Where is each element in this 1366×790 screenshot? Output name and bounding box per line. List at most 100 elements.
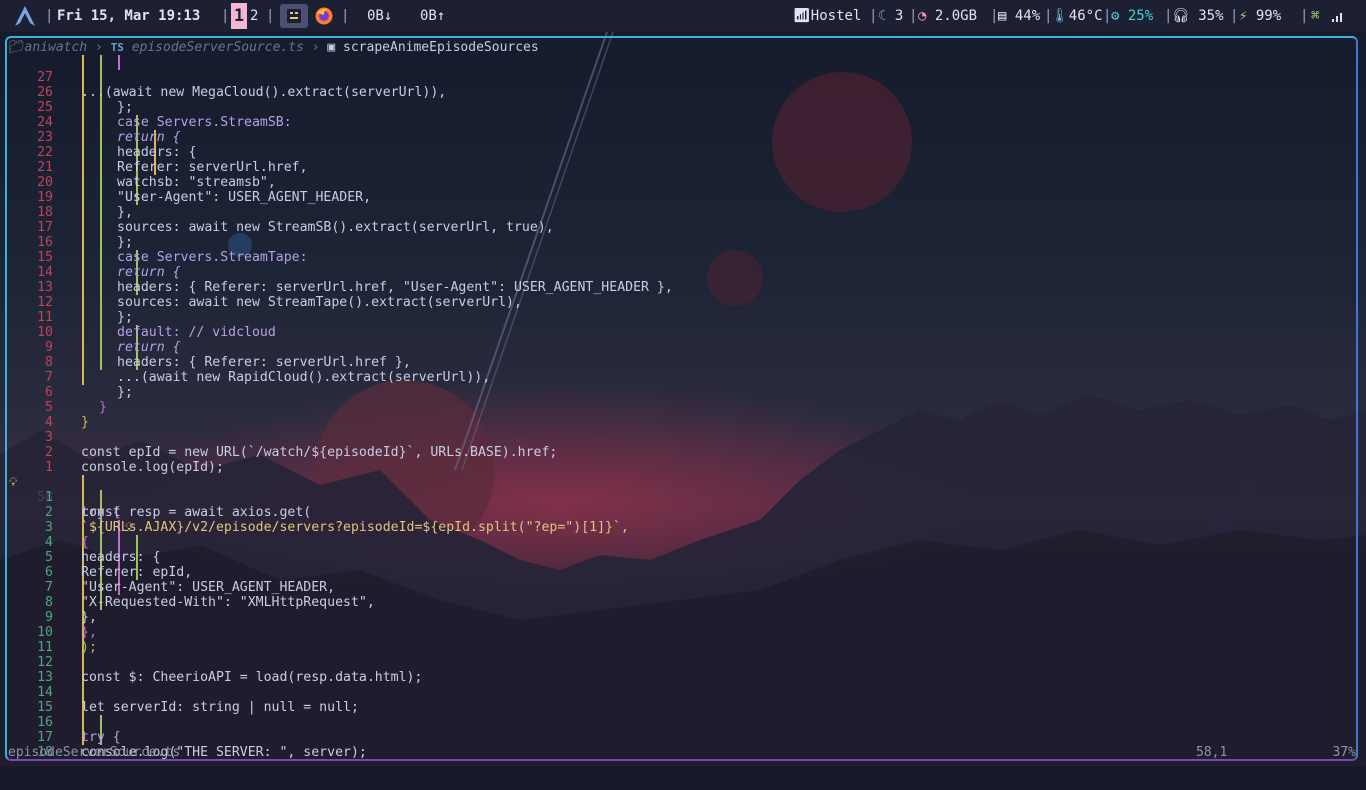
headphones-icon: 🎧︎ bbox=[1172, 8, 1190, 24]
code-line[interactable]: 13 sources: await new StreamTape().extra… bbox=[0, 265, 1366, 310]
top-status-bar: | Fri 15, Mar 19:13 | 1 2 | | 0B↓ 0B↑ 📶︎… bbox=[0, 0, 1366, 32]
code-line[interactable]: 17 }; bbox=[0, 205, 1366, 250]
code-line[interactable]: 10 ); bbox=[0, 610, 1366, 655]
code-line[interactable]: 26 }; bbox=[0, 70, 1366, 115]
moon-icon: ☾ bbox=[878, 8, 887, 24]
code-line[interactable]: 3 { bbox=[0, 505, 1366, 550]
code-line[interactable]: 20 "User-Agent": USER_AGENT_HEADER, bbox=[0, 160, 1366, 205]
separator: | bbox=[266, 8, 275, 24]
workspace-2-button[interactable]: 2 bbox=[250, 0, 258, 32]
code-line[interactable]: 15 bbox=[0, 685, 1366, 715]
code-line[interactable]: 16 case Servers.StreamTape: bbox=[0, 220, 1366, 265]
datetime: Fri 15, Mar 19:13 bbox=[57, 8, 201, 24]
code-line[interactable]: 13 bbox=[0, 655, 1366, 685]
code-line[interactable]: 19 }, bbox=[0, 175, 1366, 220]
code-line[interactable]: 15 return { bbox=[0, 235, 1366, 280]
disk-status: ▤ 44% bbox=[998, 0, 1040, 32]
code-line[interactable]: 9 headers: { Referer: serverUrl.href }, bbox=[0, 325, 1366, 370]
code-line[interactable]: 12 const $: CheerioAPI = load(resp.data.… bbox=[0, 640, 1366, 685]
code-line[interactable]: 8 ...(await new RapidCloud().extract(ser… bbox=[0, 340, 1366, 385]
volume-value: 35% bbox=[1198, 8, 1224, 24]
code-line[interactable]: 7 }; bbox=[0, 355, 1366, 400]
separator: | bbox=[869, 8, 878, 24]
cursor-position: 58,1 bbox=[1196, 745, 1228, 760]
volume-status[interactable]: 🎧︎ 35% bbox=[1172, 0, 1224, 32]
temperature-status: 🌡︎46°C bbox=[1051, 0, 1103, 32]
separator: | bbox=[1300, 8, 1309, 24]
code-line[interactable]: 2 console.log(epId); bbox=[0, 430, 1366, 475]
code-line[interactable]: 16 try { bbox=[0, 700, 1366, 745]
wifi-status[interactable]: 📶︎Hostel bbox=[793, 0, 861, 32]
code-line[interactable]: 21 watchsb: "streamsb", bbox=[0, 145, 1366, 190]
code-line[interactable]: 24 return { bbox=[0, 100, 1366, 145]
scroll-percent: 37% bbox=[1332, 745, 1356, 760]
code-line[interactable]: 18 sources: await new StreamSB().extract… bbox=[0, 190, 1366, 235]
separator: | bbox=[1230, 8, 1239, 24]
breadcrumb-folder[interactable]: aniwatch bbox=[25, 40, 88, 55]
code-line[interactable]: 7 "X-Requested-With": "XMLHttpRequest", bbox=[0, 565, 1366, 610]
code-line[interactable]: 10 return { bbox=[0, 310, 1366, 355]
terminal-icon bbox=[287, 9, 301, 23]
breadcrumb-symbol[interactable]: scrapeAnimeEpisodeSources bbox=[343, 40, 539, 55]
cpu-value: 25% bbox=[1127, 8, 1154, 24]
breadcrumb-file[interactable]: episodeServerSource.ts bbox=[132, 40, 304, 55]
code-line[interactable]: 14 headers: { Referer: serverUrl.href, "… bbox=[0, 250, 1366, 295]
disk-icon: ▤ bbox=[998, 8, 1007, 24]
network-download: 0B↓ bbox=[367, 8, 393, 24]
code-line[interactable]: 17 console.log("THE SERVER: ", server); bbox=[0, 715, 1366, 760]
network-upload: 0B↑ bbox=[420, 8, 446, 24]
launcher-button[interactable] bbox=[14, 0, 36, 32]
code-line[interactable]: 22 Referer: serverUrl.href, bbox=[0, 130, 1366, 175]
folder-icon: 📁︎ bbox=[8, 40, 25, 55]
symbol-icon: ▣ bbox=[327, 40, 336, 55]
code-line[interactable]: 1 bbox=[0, 445, 1366, 475]
code-line[interactable]: 9 }, bbox=[0, 595, 1366, 640]
arch-logo-icon bbox=[15, 6, 35, 26]
battery-charging-icon: ⚡ bbox=[1239, 8, 1248, 24]
separator: | bbox=[221, 8, 230, 24]
signal-tray-icon[interactable] bbox=[1331, 0, 1345, 32]
code-line[interactable]: 18 bbox=[0, 730, 1366, 760]
wifi-icon: 📶︎ bbox=[793, 8, 811, 24]
firefox-app-button[interactable] bbox=[314, 0, 334, 32]
code-line[interactable]: 12 }; bbox=[0, 280, 1366, 325]
code-line[interactable]: 14 let serverId: string | null = null; bbox=[0, 670, 1366, 715]
status-filename: episodeServerSource.ts bbox=[8, 745, 181, 760]
moon-status: ☾ 3 bbox=[878, 0, 903, 32]
code-line[interactable]: 27 ...(await new MegaCloud().extract(ser… bbox=[0, 55, 1366, 100]
code-line[interactable]: 8 }, bbox=[0, 580, 1366, 625]
code-line[interactable]: 6 } bbox=[0, 370, 1366, 415]
code-line[interactable]: 6 "User-Agent": USER_AGENT_HEADER, bbox=[0, 550, 1366, 595]
disk-value: 44% bbox=[1014, 8, 1041, 24]
code-line[interactable]: 5 Referer: epId, bbox=[0, 535, 1366, 580]
moon-count: 3 bbox=[894, 8, 904, 24]
memory-value: 2.0GB bbox=[934, 8, 978, 24]
code-line[interactable]: 1 const resp = await axios.get( bbox=[0, 475, 1366, 520]
code-line[interactable]: 25 case Servers.StreamSB: bbox=[0, 85, 1366, 130]
terminal-app-button[interactable] bbox=[280, 4, 308, 28]
code-line[interactable]: 4 bbox=[0, 400, 1366, 430]
network-tray-icon[interactable]: ⌘ bbox=[1311, 0, 1319, 32]
thermometer-icon: 🌡︎ bbox=[1051, 8, 1069, 24]
code-line[interactable]: 3 const epId = new URL(`/watch/${episode… bbox=[0, 415, 1366, 460]
network-icon: ⌘ bbox=[1311, 8, 1320, 24]
workspace-1-button[interactable]: 1 bbox=[231, 3, 247, 29]
code-line-current[interactable]: 💡︎ 58 try { 💡︎ bbox=[0, 460, 1366, 534]
memory-icon: ◔ bbox=[918, 8, 927, 24]
code-line[interactable]: 2 `${URLs.AJAX}/v2/episode/servers?episo… bbox=[0, 490, 1366, 535]
temperature-value: 46°C bbox=[1068, 8, 1103, 24]
code-line[interactable]: 5 } bbox=[0, 385, 1366, 430]
cpu-icon: ⚙ bbox=[1111, 8, 1120, 24]
memory-status: ◔ 2.0GB bbox=[918, 0, 977, 32]
code-line[interactable]: 11 default: // vidcloud bbox=[0, 295, 1366, 340]
separator: | bbox=[341, 8, 350, 24]
separator: | bbox=[909, 8, 918, 24]
cpu-status: ⚙ 25% bbox=[1111, 0, 1153, 32]
battery-value: 99% bbox=[1255, 8, 1282, 24]
code-line[interactable]: 11 bbox=[0, 625, 1366, 655]
code-line[interactable]: 23 headers: { bbox=[0, 115, 1366, 160]
firefox-icon bbox=[315, 7, 333, 25]
editor-breadcrumb: 📁︎aniwatch › TS episodeServerSource.ts ›… bbox=[8, 40, 539, 55]
code-line[interactable]: 4 headers: { bbox=[0, 520, 1366, 565]
battery-status: ⚡ 99% bbox=[1239, 0, 1281, 32]
